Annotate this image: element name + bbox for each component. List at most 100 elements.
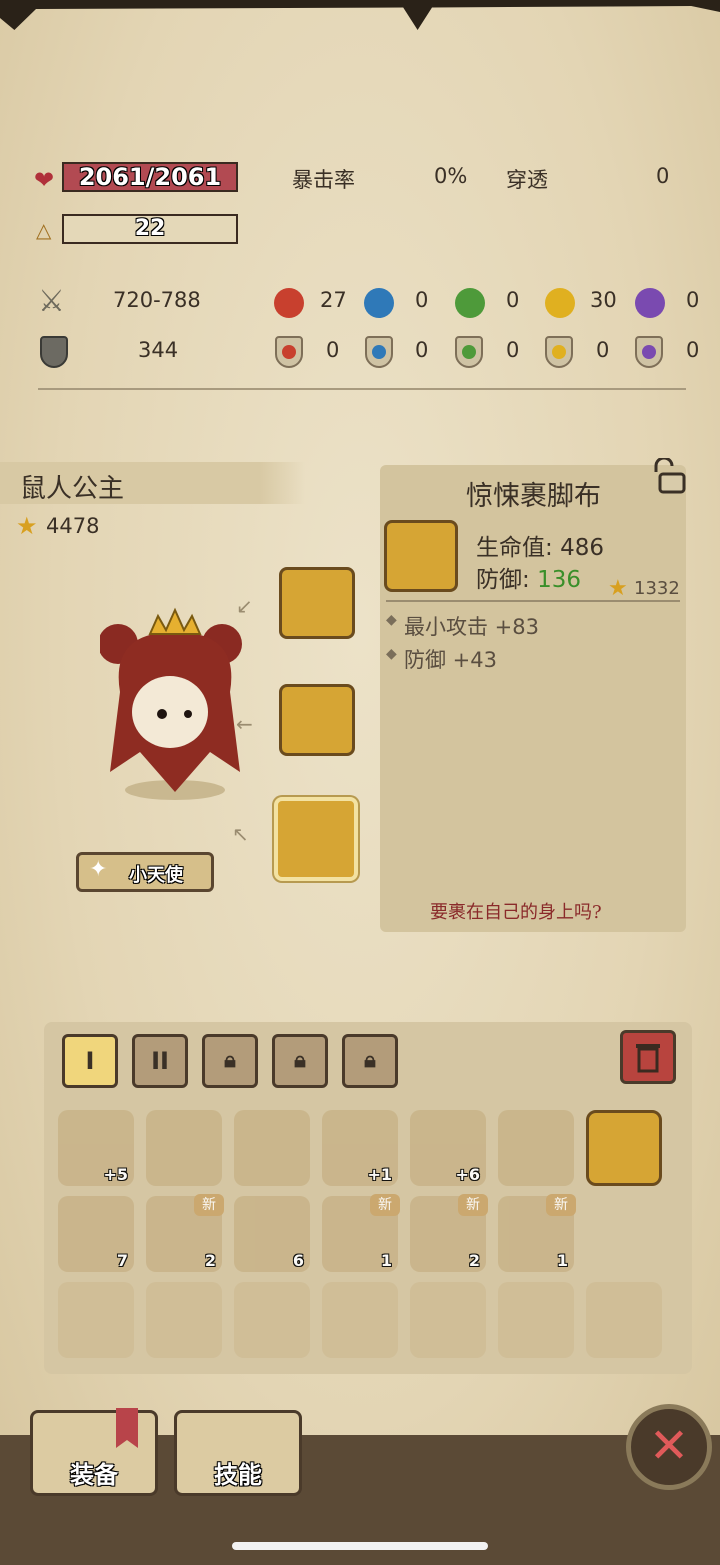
inventory-cell[interactable]: +1 bbox=[322, 1110, 398, 1186]
item-hp-value: 486 bbox=[560, 535, 604, 561]
inventory-cell-empty[interactable] bbox=[498, 1282, 574, 1358]
unlock-icon[interactable] bbox=[650, 456, 686, 494]
inventory-cell[interactable]: +6 bbox=[410, 1110, 486, 1186]
item-icon bbox=[384, 520, 458, 592]
inventory-cell-scroll[interactable]: 新1 bbox=[322, 1194, 400, 1272]
item-title: 惊悚裹脚布 bbox=[466, 481, 601, 512]
fire-shield-icon bbox=[275, 336, 303, 368]
pierce-label: 穿透 bbox=[506, 168, 548, 192]
inventory-cell-potion[interactable]: 新2 bbox=[410, 1194, 488, 1272]
item-count: 1 bbox=[556, 1251, 568, 1270]
defense-value: 344 bbox=[138, 338, 179, 362]
stats-divider bbox=[38, 388, 686, 390]
inventory-cell-empty[interactable] bbox=[146, 1282, 222, 1358]
inventory-cell-empty[interactable] bbox=[58, 1282, 134, 1358]
item-def-line: 防御: 136 bbox=[476, 560, 581, 594]
equip-tab-button[interactable]: 装备 bbox=[30, 1410, 158, 1496]
bullet-icon: ◆ bbox=[386, 646, 397, 662]
dark-icon bbox=[635, 288, 665, 318]
light-icon bbox=[545, 288, 575, 318]
inventory-cell-armor[interactable] bbox=[586, 1110, 662, 1186]
inventory-cell-scroll[interactable]: 6 bbox=[234, 1196, 310, 1272]
trash-button[interactable] bbox=[620, 1030, 676, 1084]
lock-icon: 🔒︎ bbox=[364, 1048, 376, 1073]
inventory-cell-pickaxe[interactable]: 7 bbox=[58, 1196, 134, 1272]
inventory-cell-empty[interactable] bbox=[410, 1282, 486, 1358]
arrow-icon: ↖ bbox=[232, 822, 249, 846]
defense-dark: 0 bbox=[686, 338, 700, 362]
inventory-tab-locked-3[interactable]: 🔒︎ bbox=[342, 1034, 398, 1088]
attack-water: 0 bbox=[415, 288, 429, 312]
inventory-cell[interactable] bbox=[498, 1110, 574, 1186]
inventory-cell-empty[interactable] bbox=[234, 1282, 310, 1358]
character-sprite[interactable] bbox=[98, 602, 250, 802]
new-badge: 新 bbox=[194, 1194, 224, 1216]
crit-label: 暴击率 bbox=[292, 168, 355, 192]
item-count: +1 bbox=[367, 1165, 392, 1184]
defense-light: 0 bbox=[596, 338, 610, 362]
pet-button[interactable]: ✦ 小天使 bbox=[76, 852, 214, 892]
inventory-cell[interactable] bbox=[234, 1110, 310, 1186]
nature-icon bbox=[455, 288, 485, 318]
item-star-icon: ★ bbox=[608, 576, 628, 601]
item-count: +5 bbox=[103, 1165, 128, 1184]
nature-shield-icon bbox=[455, 336, 483, 368]
new-badge: 新 bbox=[370, 1194, 400, 1216]
water-shield-icon bbox=[365, 336, 393, 368]
defense-nature: 0 bbox=[506, 338, 520, 362]
arrow-icon: ↙ bbox=[236, 594, 253, 618]
character-name: 鼠人公主 bbox=[20, 474, 125, 504]
home-indicator bbox=[232, 1542, 488, 1550]
pet-label: 小天使 bbox=[129, 865, 183, 886]
skill-tab-label: 技能 bbox=[214, 1461, 262, 1489]
close-button[interactable]: ✕ bbox=[626, 1404, 712, 1490]
skill-tab-button[interactable]: 技能 bbox=[174, 1410, 302, 1496]
item-hp-line: 生命值: 486 bbox=[476, 528, 604, 562]
shield-icon bbox=[40, 336, 68, 368]
item-count: 6 bbox=[292, 1251, 304, 1270]
wing-icon: ✦ bbox=[89, 857, 108, 882]
attack-value: 720-788 bbox=[113, 288, 201, 312]
item-divider bbox=[386, 600, 680, 602]
level-triangle-icon: △ bbox=[36, 218, 52, 242]
inventory-tab-2[interactable]: II bbox=[132, 1034, 188, 1088]
attack-nature: 0 bbox=[506, 288, 520, 312]
crossed-swords-icon: ⚔ bbox=[38, 284, 65, 319]
level-bar: 22 bbox=[62, 214, 238, 244]
close-icon: ✕ bbox=[648, 1418, 690, 1474]
inventory-cell[interactable] bbox=[146, 1110, 222, 1186]
new-badge: 新 bbox=[546, 1194, 576, 1216]
item-count: 2 bbox=[468, 1251, 480, 1270]
inventory-tab-locked-1[interactable]: 🔒︎ bbox=[202, 1034, 258, 1088]
item-bonus-2: 防御 +43 bbox=[404, 648, 497, 672]
item-def-value: 136 bbox=[537, 567, 581, 593]
water-icon bbox=[364, 288, 394, 318]
fire-icon bbox=[274, 288, 304, 318]
item-count: +6 bbox=[455, 1165, 480, 1184]
item-def-label: 防御: bbox=[476, 567, 530, 593]
lock-icon: 🔒︎ bbox=[294, 1048, 306, 1073]
bullet-icon: ◆ bbox=[386, 612, 397, 628]
new-badge: 新 bbox=[458, 1194, 488, 1216]
item-score: 1332 bbox=[634, 578, 680, 599]
equip-slot-wrap-selected[interactable] bbox=[274, 797, 358, 881]
item-bonus-1: 最小攻击 +83 bbox=[404, 615, 539, 639]
equip-slot-helmet[interactable] bbox=[279, 567, 355, 639]
inventory-cell-potion[interactable]: 新2 bbox=[146, 1194, 224, 1272]
character-score: 4478 bbox=[46, 514, 100, 538]
inventory-cell-potion[interactable]: 新1 bbox=[498, 1194, 576, 1272]
item-count: 7 bbox=[116, 1251, 128, 1270]
inventory-cell-empty[interactable] bbox=[322, 1282, 398, 1358]
attack-light: 30 bbox=[590, 288, 617, 312]
equip-tab-label: 装备 bbox=[70, 1461, 118, 1489]
inventory-cell[interactable]: +5 bbox=[58, 1110, 134, 1186]
inventory-cell-empty[interactable] bbox=[586, 1282, 662, 1358]
star-icon: ★ bbox=[16, 512, 38, 540]
pierce-value: 0 bbox=[656, 164, 670, 188]
inventory-tab-1[interactable]: I bbox=[62, 1034, 118, 1088]
lock-icon: 🔒︎ bbox=[224, 1048, 236, 1073]
equip-slot-weapon[interactable] bbox=[279, 684, 355, 756]
inventory-tab-locked-2[interactable]: 🔒︎ bbox=[272, 1034, 328, 1088]
item-hp-label: 生命值: bbox=[476, 535, 553, 561]
attack-dark: 0 bbox=[686, 288, 700, 312]
